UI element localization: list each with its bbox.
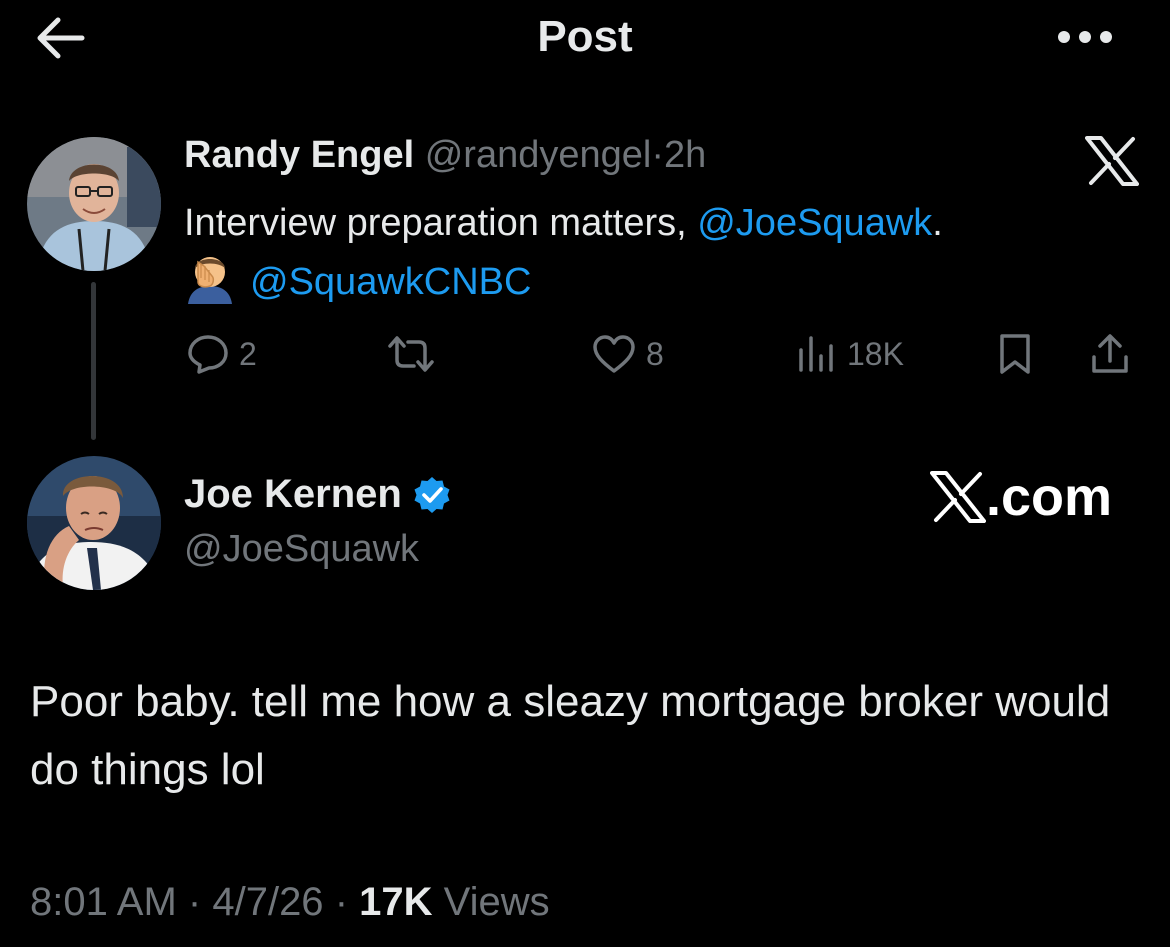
mention-link[interactable]: @JoeSquawk <box>697 202 932 244</box>
tweet-text: Interview preparation matters, <box>184 202 698 244</box>
like-count: 8 <box>646 335 664 372</box>
share-icon <box>1092 334 1128 373</box>
avatar[interactable] <box>27 137 161 271</box>
post-time[interactable]: 8:01 AM <box>30 880 177 924</box>
tweet-text: Poor baby. tell me how a sleazy mortgage… <box>30 677 1111 794</box>
heart-icon <box>593 335 635 373</box>
parent-tweet-author[interactable]: Randy Engel @randyengel·2h <box>184 134 706 177</box>
bookmark-button[interactable] <box>997 332 1033 376</box>
verified-badge-icon <box>414 476 450 513</box>
repost-button[interactable] <box>386 332 436 376</box>
x-com-watermark: .com <box>930 466 1112 528</box>
share-button[interactable] <box>1090 332 1130 376</box>
repost-icon <box>388 336 434 372</box>
like-button[interactable]: 8 <box>592 332 664 376</box>
tweet-metadata: 8:01 AM · 4/7/26 · 17K Views <box>30 880 550 925</box>
page-title: Post <box>537 12 633 61</box>
author-handle[interactable]: @JoeSquawk <box>184 528 419 571</box>
separator-dot: · <box>187 880 202 924</box>
author-display-name[interactable]: Joe Kernen <box>184 472 402 517</box>
thread-connector-line <box>91 282 96 440</box>
avatar[interactable] <box>27 456 161 590</box>
reply-icon <box>188 335 228 374</box>
reply-button[interactable]: 2 <box>187 332 257 376</box>
views-button[interactable]: 18K <box>797 332 904 376</box>
post-time[interactable]: 2h <box>664 134 706 176</box>
views-bar-chart-icon <box>799 336 833 372</box>
facepalm-emoji-icon <box>184 252 236 304</box>
reply-count: 2 <box>239 335 257 372</box>
x-logo-icon <box>930 471 986 523</box>
mention-link[interactable]: @SquawkCNBC <box>250 261 531 303</box>
author-handle[interactable]: @randyengel <box>425 134 652 176</box>
separator-dot: · <box>334 880 349 924</box>
views-label: Views <box>443 880 550 924</box>
post-date[interactable]: 4/7/26 <box>212 880 323 924</box>
watermark-text: .com <box>986 467 1113 527</box>
separator-dot: · <box>651 134 664 176</box>
more-options-button[interactable] <box>1054 22 1116 52</box>
author-name-row[interactable]: Joe Kernen <box>184 472 452 517</box>
view-count: 18K <box>847 335 904 372</box>
tweet-text-punctuation: . <box>932 202 943 244</box>
parent-tweet-text: Interview preparation matters, @JoeSquaw… <box>184 194 1134 311</box>
author-display-name[interactable]: Randy Engel <box>184 134 414 176</box>
more-icon <box>1058 31 1112 43</box>
views-count[interactable]: 17K <box>359 880 432 924</box>
x-logo-icon <box>1085 136 1139 186</box>
bookmark-icon <box>1000 334 1030 374</box>
